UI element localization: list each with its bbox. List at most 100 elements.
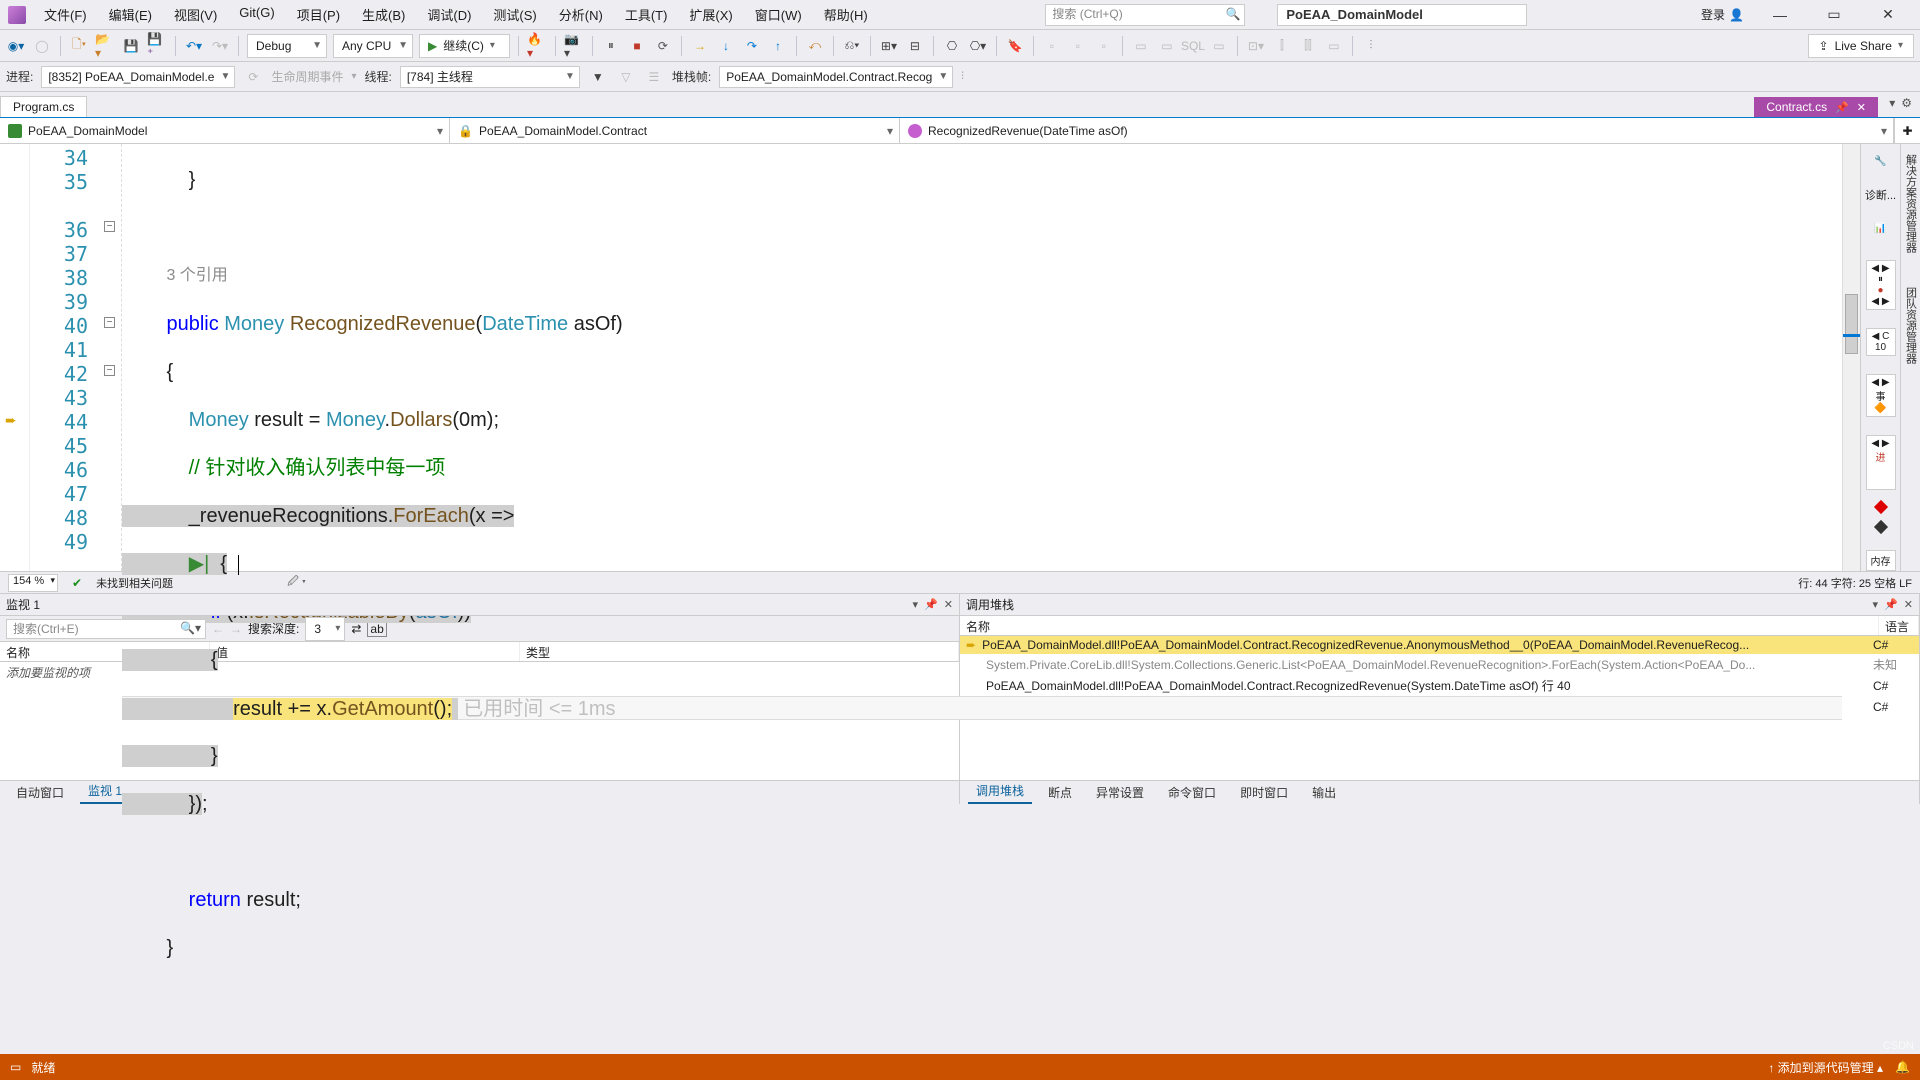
- frame-b[interactable]: ▭: [1157, 36, 1177, 56]
- panel-pin-icon[interactable]: 📌: [924, 598, 938, 611]
- step-back-button[interactable]: ⤺: [805, 36, 825, 56]
- sign-in-button[interactable]: 登录 👤: [1701, 6, 1744, 23]
- team-explorer-rail[interactable]: 团队资源管理器: [1903, 287, 1919, 364]
- menu-ext[interactable]: 扩展(X): [685, 3, 736, 26]
- fold-toggle[interactable]: −: [104, 317, 115, 328]
- tool-c[interactable]: ⊟: [905, 36, 925, 56]
- continue-button[interactable]: ▶ 继续(C)▾: [419, 34, 510, 58]
- back-button[interactable]: ◉▾: [6, 36, 26, 56]
- tool-b[interactable]: ⊞▾: [879, 36, 899, 56]
- class-crumb[interactable]: 🔒PoEAA_DomainModel.Contract▾: [450, 118, 900, 143]
- step-over-button[interactable]: ↷: [742, 36, 762, 56]
- tab-program[interactable]: Program.cs: [0, 96, 87, 117]
- fold-toggle[interactable]: −: [104, 221, 115, 232]
- method-crumb[interactable]: RecognizedRevenue(DateTime asOf)▾: [900, 118, 1894, 143]
- config-combo[interactable]: Debug▼: [247, 34, 327, 58]
- zoom-combo[interactable]: 154 %▾: [8, 574, 58, 592]
- process-combo[interactable]: [8352] PoEAA_DomainModel.e▼: [41, 66, 235, 88]
- grey-3[interactable]: ▫: [1094, 36, 1114, 56]
- menu-edit[interactable]: 编辑(E): [105, 3, 156, 26]
- split-editor-button[interactable]: ✚: [1894, 118, 1920, 143]
- filter-a[interactable]: ▼: [588, 67, 608, 87]
- watch-search[interactable]: 搜索(Ctrl+E)🔍▾: [6, 619, 206, 639]
- filter-b[interactable]: ▽: [616, 67, 636, 87]
- save-all-button[interactable]: 💾⁺: [147, 36, 167, 56]
- restart-button[interactable]: ⟳: [653, 36, 673, 56]
- folding-margin[interactable]: − − −: [100, 144, 122, 571]
- menu-git[interactable]: Git(G): [235, 3, 278, 26]
- diag-panel[interactable]: ◀ ▶⏸●◀ ▶: [1866, 260, 1896, 310]
- menu-build[interactable]: 生成(B): [358, 3, 409, 26]
- memory-panel[interactable]: 内存: [1866, 550, 1896, 571]
- thread-combo[interactable]: [784] 主线程▼: [400, 66, 580, 88]
- wrench-icon[interactable]: 🔧: [1866, 148, 1896, 175]
- grey-2[interactable]: ▫: [1068, 36, 1088, 56]
- chart-panel[interactable]: ◀ ▶进: [1866, 435, 1896, 490]
- forward-button[interactable]: ◯: [32, 36, 52, 56]
- platform-combo[interactable]: Any CPU▼: [333, 34, 413, 58]
- step-into-button[interactable]: ↓: [716, 36, 736, 56]
- menu-analyze[interactable]: 分析(N): [555, 3, 607, 26]
- open-button[interactable]: 📂▾: [95, 36, 115, 56]
- undo-button[interactable]: ↶▾: [184, 36, 204, 56]
- menu-tools[interactable]: 工具(T): [621, 3, 672, 26]
- step-out-button[interactable]: ↑: [768, 36, 788, 56]
- menu-help[interactable]: 帮助(H): [820, 3, 872, 26]
- frame-c[interactable]: ▭: [1209, 36, 1229, 56]
- global-search[interactable]: 搜索 (Ctrl+Q) 🔍: [1045, 4, 1245, 26]
- hot-reload-button[interactable]: 🔥▾: [527, 36, 547, 56]
- new-item-button[interactable]: 🗋▾: [69, 36, 89, 56]
- menu-test[interactable]: 测试(S): [489, 3, 540, 26]
- tool-e[interactable]: ⎔▾: [968, 36, 988, 56]
- menu-file[interactable]: 文件(F): [40, 3, 91, 26]
- live-share-button[interactable]: ⇪Live Share▾: [1808, 34, 1914, 58]
- events-panel[interactable]: ◀ ▶事🔶: [1866, 374, 1896, 417]
- cs-col-lang[interactable]: 语言: [1879, 616, 1919, 635]
- tab-settings-icon[interactable]: ⚙: [1901, 96, 1912, 110]
- solution-explorer-rail[interactable]: 解决方案资源管理器: [1903, 154, 1919, 253]
- bookmark-button[interactable]: 🔖: [1005, 36, 1025, 56]
- grey-5[interactable]: ⫿: [1272, 36, 1292, 56]
- grey-1[interactable]: ▫: [1042, 36, 1062, 56]
- diag-icon[interactable]: 📊: [1866, 215, 1896, 242]
- save-button[interactable]: 💾: [121, 36, 141, 56]
- panel-close-icon[interactable]: ✕: [944, 598, 953, 611]
- scroll-preview[interactable]: [1842, 144, 1860, 571]
- codelens[interactable]: 3 个引用: [122, 264, 1842, 288]
- restore-button[interactable]: ▭: [1816, 3, 1852, 27]
- menu-view[interactable]: 视图(V): [170, 3, 221, 26]
- stackframe-combo[interactable]: PoEAA_DomainModel.Contract.Recog▼: [719, 66, 953, 88]
- close-button[interactable]: ✕: [1870, 3, 1906, 27]
- tool-a[interactable]: ⎌▾: [842, 36, 862, 56]
- panel-dropdown-icon[interactable]: ▾: [1873, 598, 1879, 611]
- minimize-button[interactable]: —: [1762, 3, 1798, 27]
- depth-combo[interactable]: 3▾: [305, 617, 345, 641]
- menu-debug[interactable]: 调试(D): [423, 3, 475, 26]
- grey-6[interactable]: ⫿⫿: [1298, 36, 1318, 56]
- grey-7[interactable]: ▭: [1324, 36, 1344, 56]
- tab-autos[interactable]: 自动窗口: [8, 781, 72, 804]
- overflow-button[interactable]: ⫶: [1361, 36, 1381, 56]
- show-next-statement[interactable]: →: [690, 36, 710, 56]
- menu-window[interactable]: 窗口(W): [751, 3, 806, 26]
- menu-project[interactable]: 项目(P): [293, 3, 344, 26]
- panel-close-icon[interactable]: ✕: [1904, 598, 1913, 611]
- tab-contract[interactable]: Contract.cs 📌 ✕: [1754, 97, 1878, 117]
- tab-dropdown-icon[interactable]: ▾: [1889, 96, 1895, 110]
- pause-button[interactable]: ⏸: [601, 36, 621, 56]
- panel-pin-icon[interactable]: 📌: [1884, 598, 1898, 611]
- frame-a[interactable]: ▭: [1131, 36, 1151, 56]
- filter-c[interactable]: ☰: [644, 67, 664, 87]
- screenshot-button[interactable]: 📷▾: [564, 36, 584, 56]
- namespace-crumb[interactable]: PoEAA_DomainModel▾: [0, 118, 450, 143]
- breakpoint-margin[interactable]: ➨: [0, 144, 30, 571]
- add-to-scm[interactable]: ↑ 添加到源代码管理 ▴: [1768, 1059, 1883, 1076]
- sql-button[interactable]: SQL: [1183, 36, 1203, 56]
- redo-button[interactable]: ↷▾: [210, 36, 230, 56]
- code-area[interactable]: } 3 个引用 public Money RecognizedRevenue(D…: [122, 144, 1842, 571]
- notifications-icon[interactable]: 🔔: [1895, 1060, 1910, 1074]
- close-tab-icon[interactable]: ✕: [1857, 101, 1866, 114]
- code-editor[interactable]: ➨ 34353637383940414243444546474849 − − −…: [0, 144, 1860, 571]
- lifecycle-button[interactable]: ⟳: [243, 67, 263, 87]
- pin-icon[interactable]: 📌: [1835, 101, 1849, 114]
